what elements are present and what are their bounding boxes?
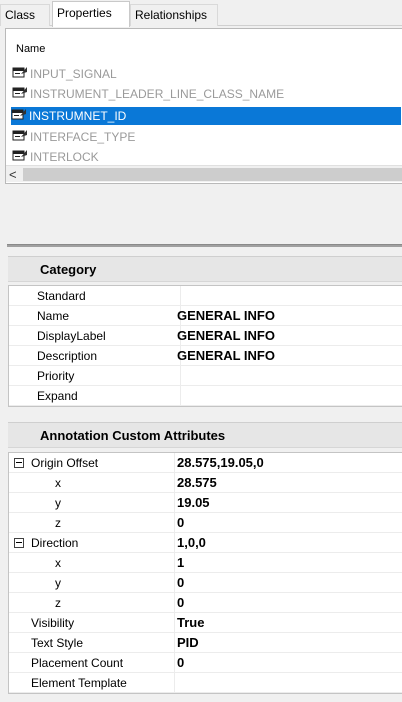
property-name: y — [55, 573, 175, 593]
grid-row[interactable]: Text Style PID — [9, 633, 402, 653]
list-item-selected[interactable]: INSTRUMNET_ID — [11, 107, 401, 125]
property-value[interactable]: 28.575 — [177, 473, 217, 493]
grid-row[interactable]: y 19.05 — [9, 493, 402, 513]
list-item-label: INSTRUMENT_LEADER_LINE_CLASS_NAME — [30, 87, 285, 101]
grid-row[interactable]: Standard — [9, 286, 402, 306]
scroll-left-icon[interactable]: < — [9, 167, 17, 182]
property-name: Direction — [31, 533, 175, 553]
category-header: Category — [8, 256, 402, 282]
properties-list[interactable]: Name INPUT_SIGNAL INSTRUMENT_LEADER_LINE… — [5, 28, 402, 184]
property-name: Visibility — [31, 613, 175, 633]
property-icon — [12, 149, 28, 163]
property-value[interactable]: PID — [177, 633, 199, 653]
scroll-thumb[interactable] — [23, 168, 402, 181]
category-title: Category — [40, 262, 97, 277]
tab-class[interactable]: Class — [0, 4, 50, 26]
property-value[interactable]: 1,0,0 — [177, 533, 206, 553]
grid-row[interactable]: x 28.575 — [9, 473, 402, 493]
property-value[interactable]: True — [177, 613, 204, 633]
property-icon — [12, 129, 28, 143]
property-name: Placement Count — [31, 653, 175, 673]
property-value[interactable]: 19.05 — [177, 493, 210, 513]
property-name: Standard — [37, 286, 181, 306]
tab-relationships[interactable]: Relationships — [130, 4, 218, 26]
collapse-icon[interactable] — [14, 458, 24, 468]
collapse-icon[interactable] — [14, 538, 24, 548]
left-gutter — [0, 256, 8, 702]
tab-strip: Class Properties Relationships — [0, 0, 402, 27]
property-name: DisplayLabel — [37, 326, 181, 346]
grid-row[interactable]: Placement Count 0 — [9, 653, 402, 673]
grid-row[interactable]: Name GENERAL INFO — [9, 306, 402, 326]
property-name: Origin Offset — [31, 453, 175, 473]
property-name: Name — [37, 306, 181, 326]
property-value[interactable]: 0 — [177, 573, 184, 593]
property-value[interactable]: 0 — [177, 653, 184, 673]
grid-row[interactable]: Visibility True — [9, 613, 402, 633]
annotation-title: Annotation Custom Attributes — [40, 428, 226, 443]
property-name: Expand — [37, 386, 181, 406]
property-name: x — [55, 473, 175, 493]
grid-row[interactable]: Priority — [9, 366, 402, 386]
pane-splitter[interactable] — [7, 244, 402, 247]
grid-row[interactable]: Element Template — [9, 673, 402, 693]
property-name: Element Template — [31, 673, 175, 693]
tab-properties[interactable]: Properties — [52, 1, 130, 27]
property-value[interactable]: 0 — [177, 593, 184, 613]
property-value[interactable]: GENERAL INFO — [177, 346, 275, 366]
category-grid: Standard Name GENERAL INFO DisplayLabel GE… — [8, 285, 402, 407]
property-name: Description — [37, 346, 181, 366]
property-name: z — [55, 513, 175, 533]
list-item-label: INSTRUMNET_ID — [29, 109, 127, 123]
list-item[interactable]: INPUT_SIGNAL — [12, 65, 402, 83]
property-value[interactable]: 0 — [177, 513, 184, 533]
annotation-header: Annotation Custom Attributes — [8, 422, 402, 448]
list-item[interactable]: INSTRUMENT_LEADER_LINE_CLASS_NAME — [12, 85, 402, 103]
grid-row[interactable]: y0 — [9, 573, 402, 593]
list-item[interactable]: INTERFACE_TYPE — [12, 128, 402, 146]
property-value[interactable]: GENERAL INFO — [177, 306, 275, 326]
property-name: Priority — [37, 366, 181, 386]
grid-row[interactable]: z0 — [9, 593, 402, 613]
grid-row[interactable]: z0 — [9, 513, 402, 533]
grid-row[interactable]: Description GENERAL INFO — [9, 346, 402, 366]
property-icon — [12, 86, 28, 100]
property-name: x — [55, 553, 175, 573]
grid-row[interactable]: x1 — [9, 553, 402, 573]
list-item-label: INTERFACE_TYPE — [30, 130, 136, 144]
grid-row[interactable]: DisplayLabel GENERAL INFO — [9, 326, 402, 346]
property-name: y — [55, 493, 175, 513]
property-name: Text Style — [31, 633, 175, 653]
property-value[interactable]: 1 — [177, 553, 184, 573]
grid-row[interactable]: Direction 1,0,0 — [9, 533, 402, 553]
list-header-name[interactable]: Name — [16, 43, 45, 55]
list-item[interactable]: INTERLOCK — [12, 148, 402, 164]
property-icon — [12, 66, 28, 80]
list-item-label: INTERLOCK — [30, 150, 99, 164]
grid-row[interactable]: Expand — [9, 386, 402, 406]
list-item-label: INPUT_SIGNAL — [30, 67, 117, 81]
property-value[interactable]: GENERAL INFO — [177, 326, 275, 346]
grid-row[interactable]: Origin Offset 28.575,19.05,0 — [9, 453, 402, 473]
horizontal-scrollbar[interactable]: < — [6, 165, 402, 182]
property-icon — [11, 108, 27, 122]
annotation-grid: Origin Offset 28.575,19.05,0 x 28.575 y 19.… — [8, 452, 402, 694]
property-name: z — [55, 593, 175, 613]
property-value[interactable]: 28.575,19.05,0 — [177, 453, 264, 473]
